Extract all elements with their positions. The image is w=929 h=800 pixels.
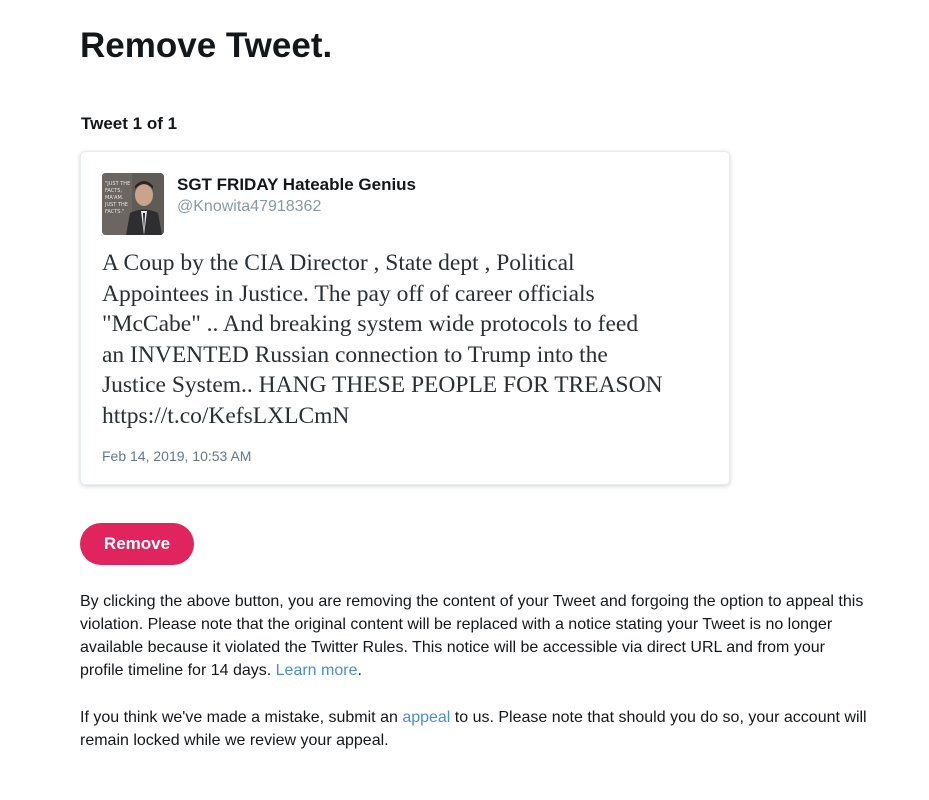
appeal-link[interactable]: appeal (402, 709, 450, 726)
svg-text:JUST THE: JUST THE (104, 202, 128, 208)
svg-text:MA'AM.: MA'AM. (105, 195, 124, 201)
tweet-card: "JUST THE FACTS, MA'AM. JUST THE FACTS."… (80, 151, 730, 485)
svg-text:FACTS.": FACTS." (105, 209, 124, 215)
remove-button[interactable]: Remove (80, 523, 194, 565)
display-name: SGT FRIDAY Hateable Genius (177, 175, 417, 194)
removal-notice: By clicking the above button, you are re… (80, 590, 870, 682)
avatar[interactable]: "JUST THE FACTS, MA'AM. JUST THE FACTS." (102, 173, 164, 235)
removal-notice-end: . (357, 662, 362, 679)
user-handle: @Knowita47918362 (177, 198, 322, 215)
avatar-image: "JUST THE FACTS, MA'AM. JUST THE FACTS." (102, 173, 164, 235)
appeal-notice: If you think we've made a mistake, submi… (80, 706, 870, 752)
page-title: Remove Tweet. (80, 26, 333, 65)
tweet-text: A Coup by the CIA Director , State dept … (102, 250, 663, 429)
removal-notice-text: By clicking the above button, you are re… (80, 593, 864, 679)
svg-text:FACTS,: FACTS, (105, 188, 122, 194)
tweet-timestamp: Feb 14, 2019, 10:53 AM (102, 448, 252, 464)
tweet-counter: Tweet 1 of 1 (81, 114, 178, 133)
svg-text:"JUST THE: "JUST THE (105, 181, 130, 187)
learn-more-link[interactable]: Learn more (276, 662, 358, 679)
appeal-notice-start: If you think we've made a mistake, submi… (80, 709, 403, 726)
